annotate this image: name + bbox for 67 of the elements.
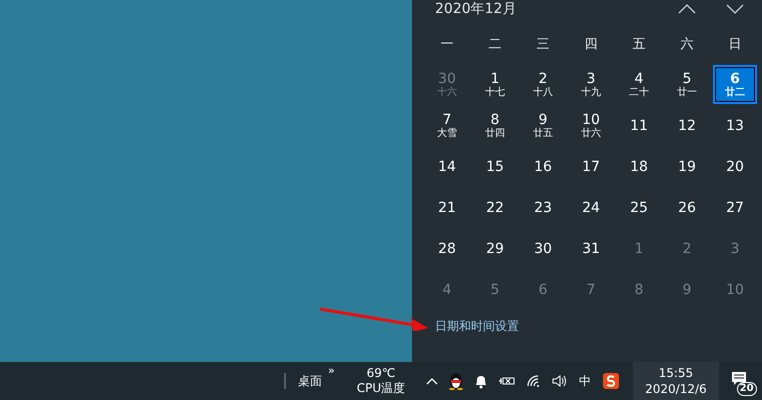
calendar-day[interactable]: 8 廿四 — [473, 106, 517, 145]
bell-icon[interactable] — [474, 374, 488, 388]
calendar-day[interactable]: 17 — [569, 147, 613, 186]
weekday-label: 一 — [440, 36, 454, 52]
calendar-day[interactable]: 26 — [665, 188, 709, 227]
calendar-day[interactable]: 6 — [521, 270, 565, 309]
calendar-day[interactable]: 10 — [713, 270, 757, 309]
calendar-day[interactable]: 11 — [617, 106, 661, 145]
calendar-day[interactable]: 29 — [473, 229, 517, 268]
notification-count-badge: 20 — [736, 382, 757, 396]
calendar-day[interactable]: 30 — [521, 229, 565, 268]
input-method-icon[interactable] — [602, 372, 620, 390]
cpu-temperature-label: CPU温度 — [356, 380, 406, 396]
calendar-day[interactable]: 30 十六 — [425, 65, 469, 104]
calendar-day[interactable]: 4 二十 — [617, 65, 661, 104]
weekday-label: 日 — [728, 36, 742, 52]
calendar-day[interactable]: 9 廿五 — [521, 106, 565, 145]
penguin-icon[interactable] — [448, 372, 464, 390]
chevron-down-icon[interactable] — [726, 4, 744, 14]
calendar-day[interactable]: 23 — [521, 188, 565, 227]
calendar-day[interactable]: 3 — [713, 229, 757, 268]
input-method-indicator[interactable]: 中 — [579, 372, 592, 390]
calendar-day[interactable]: 18 — [617, 147, 661, 186]
calendar-day[interactable]: 2 十八 — [521, 65, 565, 104]
weekday-label: 六 — [680, 36, 694, 52]
calendar-day[interactable]: 9 — [665, 270, 709, 309]
desktop-toolbar[interactable]: 桌面 — [298, 372, 322, 390]
calendar-day[interactable]: 5 — [473, 270, 517, 309]
calendar-day[interactable]: 8 — [617, 270, 661, 309]
calendar-day[interactable]: 22 — [473, 188, 517, 227]
speaker-icon[interactable] — [552, 374, 568, 388]
calendar-day[interactable]: 5 廿一 — [665, 65, 709, 104]
weekday-label: 二 — [488, 36, 502, 52]
calendar-day[interactable]: 13 — [713, 106, 757, 145]
cpu-temperature: 69℃ — [366, 366, 396, 380]
month-title[interactable]: 2020年12月 — [423, 0, 516, 18]
calendar-day[interactable]: 31 — [569, 229, 613, 268]
calendar-day[interactable]: 19 — [665, 147, 709, 186]
calendar-day[interactable]: 3 十九 — [569, 65, 613, 104]
calendar-day[interactable]: 1 — [617, 229, 661, 268]
weekday-label: 五 — [632, 36, 646, 52]
calendar-day[interactable]: 14 — [425, 147, 469, 186]
calendar-day[interactable]: 4 — [425, 270, 469, 309]
toolbar-overflow[interactable]: » — [328, 364, 335, 377]
calendar-day[interactable]: 21 — [425, 188, 469, 227]
calendar-day[interactable]: 15 — [473, 147, 517, 186]
clock-button[interactable]: 15:55 2020/12/6 — [633, 362, 719, 400]
weekday-label: 三 — [536, 36, 550, 52]
clock-date: 2020/12/6 — [645, 381, 707, 397]
clock-time: 15:55 — [658, 365, 694, 381]
calendar-day[interactable]: 7 大雪 — [425, 106, 469, 145]
calendar-day[interactable]: 25 — [617, 188, 661, 227]
date-time-settings-link[interactable]: 日期和时间设置 — [435, 318, 519, 335]
calendar-day[interactable]: 24 — [569, 188, 613, 227]
chevron-up-icon[interactable] — [678, 4, 696, 14]
calendar-day[interactable]: 6 廿二 — [713, 65, 757, 104]
calendar-day[interactable]: 16 — [521, 147, 565, 186]
calendar-day[interactable]: 12 — [665, 106, 709, 145]
calendar-day[interactable]: 1 十七 — [473, 65, 517, 104]
calendar-day[interactable]: 7 — [569, 270, 613, 309]
battery-plug-icon[interactable] — [498, 375, 516, 387]
calendar-day[interactable]: 20 — [713, 147, 757, 186]
calendar-day[interactable]: 10 廿六 — [569, 106, 613, 145]
weekday-label: 四 — [584, 36, 598, 52]
calendar-day[interactable]: 27 — [713, 188, 757, 227]
calendar-day[interactable]: 2 — [665, 229, 709, 268]
calendar-day[interactable]: 28 — [425, 229, 469, 268]
